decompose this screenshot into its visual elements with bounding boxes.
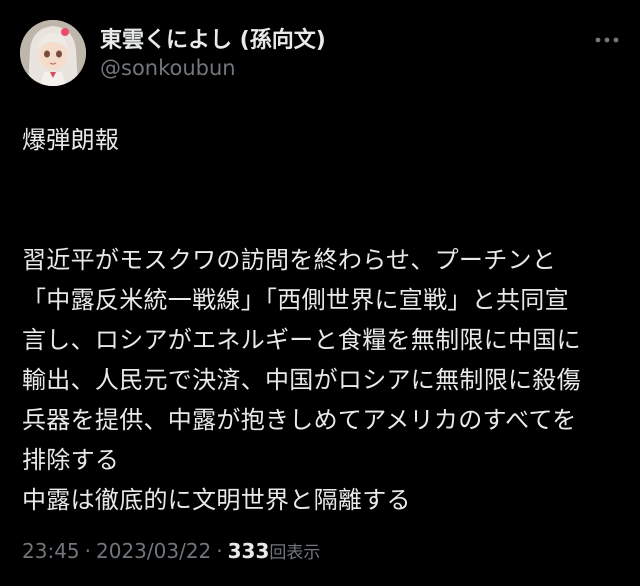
tweet-line: 排除する xyxy=(22,446,120,474)
tweet-line: 輸出、人民元で決済、中国がロシアに無制限に殺傷 xyxy=(22,366,581,394)
views-label: 回表示 xyxy=(269,543,321,563)
tweet-line: 兵器を提供、中露が抱きしめてアメリカのすべてを xyxy=(22,406,577,434)
tweet-headline: 爆弾朗報 xyxy=(22,126,120,154)
tweet-text: 爆弾朗報 習近平がモスクワの訪問を終わらせ、プーチンと 「中露反米統一戦線」「西… xyxy=(22,120,632,520)
tweet-card: 東雲くによし (孫向文) @sonkoubun 爆弾朗報 習近平がモスクワの訪問… xyxy=(0,0,640,586)
avatar-image xyxy=(20,20,86,86)
more-horizontal-icon[interactable] xyxy=(590,30,624,50)
author-handle[interactable]: @sonkoubun xyxy=(100,56,236,80)
avatar[interactable] xyxy=(20,20,86,86)
author-display-name[interactable]: 東雲くによし (孫向文) xyxy=(100,22,326,54)
meta-separator: · xyxy=(84,539,91,563)
tweet-line: 「中露反米統一戦線」「西側世界に宣戦」と共同宣 xyxy=(22,286,569,314)
tweet-date[interactable]: 2023/03/22 xyxy=(96,539,211,563)
tweet-line: 中露は徹底的に文明世界と隔離する xyxy=(22,486,411,514)
tweet-meta: 23:45 · 2023/03/22 · 333回表示 xyxy=(22,538,320,563)
views-count: 333 xyxy=(227,539,270,563)
tweet-line: 習近平がモスクワの訪問を終わらせ、プーチンと xyxy=(22,246,557,274)
tweet-line: 言し、ロシアがエネルギーと食糧を無制限に中国に xyxy=(22,326,581,354)
tweet-time[interactable]: 23:45 xyxy=(22,539,80,563)
meta-separator: · xyxy=(216,539,223,563)
